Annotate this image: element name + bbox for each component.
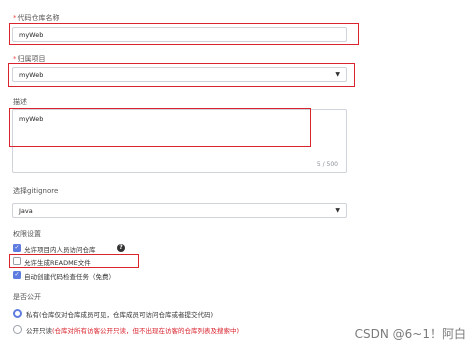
- permissions-label: 权限设置: [13, 230, 41, 238]
- radio-private-label: 私有(仓库仅对仓库成员可见，仓库成员可访问仓库或者提交代码): [26, 309, 213, 319]
- dropdown-arrow-icon: ▼: [335, 207, 340, 214]
- gitignore-label: 选择gitignore: [13, 187, 59, 195]
- radio-public-readonly[interactable]: [13, 325, 22, 334]
- checkbox-code-check[interactable]: ✓: [13, 271, 21, 279]
- project-label: *归属项目: [13, 54, 46, 64]
- checkbox-code-check-label: 自动创建代码检查任务（免费）: [24, 273, 115, 281]
- watermark: CSDN @6~1！阿白: [354, 327, 466, 341]
- help-icon[interactable]: ?: [117, 244, 125, 252]
- description-char-counter: 5 / 500: [316, 161, 338, 168]
- dropdown-arrow-icon: ▼: [335, 71, 340, 78]
- checkbox-allow-members[interactable]: ✓: [13, 244, 21, 252]
- radio-public-title: 公开只读: [26, 327, 52, 335]
- repo-name-label: *代码仓库名称: [13, 13, 60, 23]
- radio-private-title: 私有: [26, 311, 39, 319]
- repo-name-value: myWeb: [19, 31, 44, 39]
- project-label-text: 归属项目: [17, 55, 46, 63]
- project-value: myWeb: [19, 71, 44, 79]
- repo-name-input[interactable]: myWeb: [12, 27, 347, 42]
- project-select[interactable]: myWeb ▼: [12, 67, 347, 82]
- radio-private-desc: (仓库仅对仓库成员可见，仓库成员可访问仓库或者提交代码): [39, 311, 214, 319]
- description-label: 描述: [13, 98, 27, 106]
- repo-name-label-text: 代码仓库名称: [17, 14, 60, 22]
- checkbox-generate-readme[interactable]: [13, 257, 21, 265]
- checkbox-generate-readme-label: 允许生成README文件: [24, 259, 91, 267]
- gitignore-select[interactable]: Java ▼: [12, 203, 347, 218]
- radio-private[interactable]: [13, 309, 22, 318]
- checkbox-allow-members-label: 允许项目内人员访问仓库: [24, 246, 96, 254]
- radio-public-desc: (仓库对所有访客公开只读，但不出现在访客的仓库列表及搜索中): [52, 327, 240, 335]
- description-value: myWeb: [19, 115, 44, 123]
- required-mark: *: [13, 14, 17, 22]
- gitignore-value: Java: [19, 207, 33, 215]
- visibility-label: 是否公开: [13, 293, 41, 301]
- radio-public-label: 公开只读(仓库对所有访客公开只读，但不出现在访客的仓库列表及搜索中): [26, 325, 239, 335]
- description-textarea[interactable]: myWeb 5 / 500: [12, 109, 347, 173]
- required-mark: *: [13, 55, 17, 63]
